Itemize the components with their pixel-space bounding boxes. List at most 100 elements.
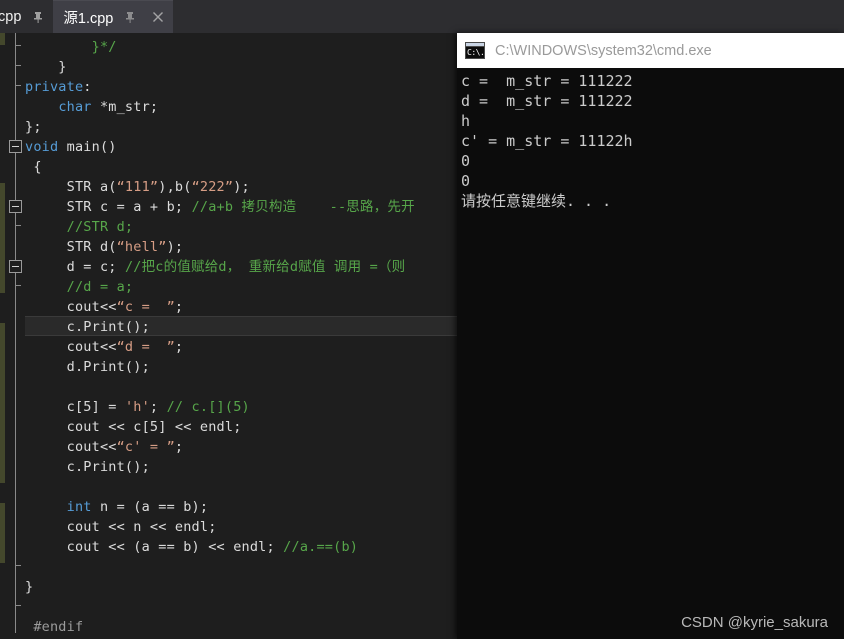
code-line: }*/ bbox=[25, 37, 415, 57]
code-line: cout << c[5] << endl; bbox=[25, 417, 415, 437]
code-token: }; bbox=[25, 119, 42, 135]
editor-tab-strip: cpp 源1.cpp bbox=[0, 0, 844, 33]
code-line: d.Print(); bbox=[25, 357, 415, 377]
code-line: char *m_str; bbox=[25, 97, 415, 117]
console-title-bar[interactable]: C:\. C:\WINDOWS\system32\cmd.exe bbox=[457, 33, 844, 68]
code-token: //a+b 拷贝构造 --思路，先开 bbox=[191, 199, 415, 215]
code-line: int n = (a == b); bbox=[25, 497, 415, 517]
code-token: n = (a == b); bbox=[91, 499, 209, 515]
fold-line-end-tick bbox=[15, 65, 21, 66]
console-line: 请按任意键继续. . . bbox=[461, 192, 612, 210]
code-token: ); bbox=[166, 239, 184, 255]
code-token: char bbox=[58, 99, 92, 115]
console-line: c = m_str = 111222 bbox=[461, 72, 633, 90]
code-line: c.Print(); bbox=[25, 457, 415, 477]
code-token: STR d( bbox=[25, 239, 117, 255]
cmd-icon-screen-text: C:\. bbox=[466, 47, 485, 58]
code-line: cout<<“c = ”; bbox=[25, 297, 415, 317]
code-line: STR c = a + b; //a+b 拷贝构造 --思路，先开 bbox=[25, 197, 415, 217]
console-title-text: C:\WINDOWS\system32\cmd.exe bbox=[495, 42, 712, 59]
code-token: “111” bbox=[116, 179, 159, 195]
code-token: // c.[](5) bbox=[166, 399, 250, 415]
tab-label: 源1.cpp bbox=[63, 10, 114, 27]
code-token: “222” bbox=[191, 179, 234, 195]
code-line: c.Print(); bbox=[25, 317, 415, 337]
pin-icon[interactable] bbox=[31, 10, 45, 24]
cmd-icon: C:\. bbox=[465, 42, 485, 59]
code-token: void bbox=[25, 139, 59, 155]
code-token: *m_str; bbox=[91, 99, 159, 115]
code-token: 'h' bbox=[124, 399, 150, 415]
fold-line-end-tick bbox=[15, 565, 21, 566]
tab-cpp[interactable]: cpp bbox=[0, 0, 54, 33]
code-token: ; bbox=[174, 339, 184, 355]
tab-source1-cpp[interactable]: 源1.cpp bbox=[53, 0, 174, 33]
console-line: d = m_str = 111222 bbox=[461, 92, 633, 110]
code-token: cout << c[5] << endl; bbox=[25, 419, 242, 435]
fold-collapse-box[interactable] bbox=[9, 200, 22, 213]
console-line: 0 bbox=[461, 172, 471, 190]
code-token: STR c = a + b; bbox=[25, 199, 192, 215]
code-token: d = c; bbox=[25, 259, 125, 275]
code-token: : bbox=[83, 79, 92, 95]
code-token: cout << (a == b) << endl; bbox=[25, 539, 284, 555]
code-line: private: bbox=[25, 77, 415, 97]
fold-guide-line bbox=[15, 33, 16, 633]
code-token: } bbox=[25, 579, 34, 595]
close-icon[interactable] bbox=[151, 10, 165, 24]
cmd-console-window[interactable]: C:\. C:\WINDOWS\system32\cmd.exe c = m_s… bbox=[457, 33, 844, 639]
code-line: cout << (a == b) << endl; //a.==(b) bbox=[25, 537, 415, 557]
code-token: //把c的值赋给d， 重新给d赋值 调用 =（则 bbox=[124, 259, 406, 275]
fold-collapse-box[interactable] bbox=[9, 140, 22, 153]
code-token: cout << n << endl; bbox=[25, 519, 217, 535]
source-code[interactable]: }*/ } private: char *m_str;}; void main() … bbox=[25, 37, 415, 637]
code-line: d = c; //把c的值赋给d， 重新给d赋值 调用 =（则 bbox=[25, 257, 415, 277]
tab-label: cpp bbox=[0, 8, 22, 25]
outlining-fold-margin[interactable] bbox=[5, 33, 25, 639]
code-line: //d = a; bbox=[25, 277, 415, 297]
code-token: ; bbox=[149, 399, 167, 415]
code-token: main() bbox=[58, 139, 117, 155]
code-token: ),b( bbox=[158, 179, 192, 195]
code-token: //STR d; bbox=[66, 219, 134, 235]
code-token: ; bbox=[174, 439, 184, 455]
code-line: STR a(“111”),b(“222”); bbox=[25, 177, 415, 197]
code-line: cout<<“d = ”; bbox=[25, 337, 415, 357]
fold-line-end-tick bbox=[15, 225, 21, 226]
code-line: //STR d; bbox=[25, 217, 415, 237]
fold-collapse-box[interactable] bbox=[9, 260, 22, 273]
code-line: { bbox=[25, 157, 415, 177]
code-token: c[5] = bbox=[25, 399, 125, 415]
code-line: c[5] = 'h'; // c.[](5) bbox=[25, 397, 415, 417]
code-line: cout<<“c' = ”; bbox=[25, 437, 415, 457]
code-line: #endif bbox=[25, 617, 415, 637]
code-token: cout<< bbox=[25, 299, 117, 315]
code-token: int bbox=[66, 499, 92, 515]
console-output: c = m_str = 111222 d = m_str = 111222 h c' … bbox=[457, 68, 844, 211]
fold-line-end-tick bbox=[15, 285, 21, 286]
code-token: STR a( bbox=[25, 179, 117, 195]
code-token: “c = ” bbox=[116, 299, 175, 315]
code-token: } bbox=[25, 59, 67, 75]
console-line: 0 bbox=[461, 152, 471, 170]
code-token: //a.==(b) bbox=[283, 539, 359, 555]
code-token: private bbox=[25, 79, 84, 95]
code-line: void main() bbox=[25, 137, 415, 157]
code-token: }*/ bbox=[91, 39, 117, 55]
code-token: #endif bbox=[25, 619, 84, 635]
watermark: CSDN @kyrie_sakura bbox=[681, 614, 828, 631]
code-token: ); bbox=[233, 179, 250, 195]
fold-line-end-tick bbox=[15, 85, 21, 86]
code-line: STR d(“hell”); bbox=[25, 237, 415, 257]
code-token: “d = ” bbox=[116, 339, 175, 355]
code-token: c.Print(); bbox=[25, 459, 150, 475]
code-token: { bbox=[25, 159, 42, 175]
pin-icon[interactable] bbox=[123, 10, 137, 24]
